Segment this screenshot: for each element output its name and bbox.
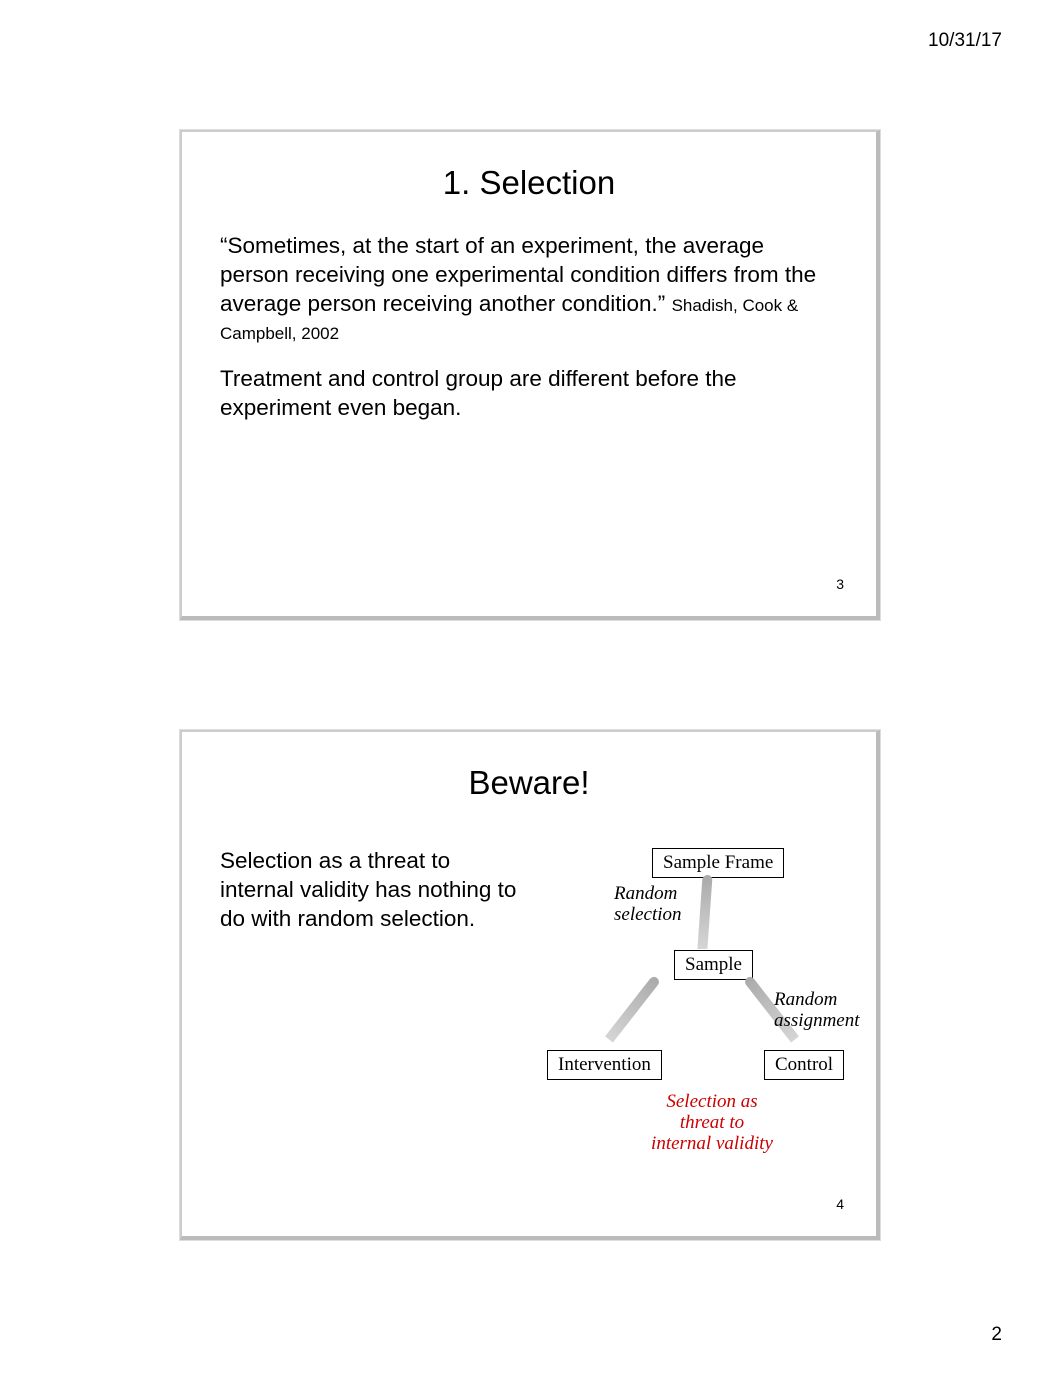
slide-number: 3 [836, 576, 844, 592]
slide-title: Beware! [192, 764, 866, 802]
slide-inner: 1. Selection “Sometimes, at the start of… [192, 142, 866, 606]
label-random-assignment: Randomassignment [774, 990, 860, 1032]
arrow-icon [697, 875, 712, 949]
box-sample: Sample [674, 950, 753, 980]
close-quote: ” [658, 291, 666, 316]
slide-selection: 1. Selection “Sometimes, at the start of… [180, 130, 880, 620]
label-random-selection: Randomselection [614, 884, 682, 926]
box-control: Control [764, 1050, 844, 1080]
box-sample-frame: Sample Frame [652, 848, 784, 878]
summary-paragraph: Treatment and control group are differen… [192, 365, 866, 423]
slide-beware: Beware! Selection as a threat to interna… [180, 730, 880, 1240]
slide-inner: Beware! Selection as a threat to interna… [192, 742, 866, 1226]
diagram: Sample Frame Randomselection Sample Rand… [542, 842, 872, 1212]
page-number: 2 [991, 1324, 1002, 1346]
page-date: 10/31/17 [928, 30, 1002, 52]
slide-number: 4 [836, 1196, 844, 1212]
label-selection-threat: Selection asthreat tointernal validity [612, 1092, 812, 1155]
box-intervention: Intervention [547, 1050, 662, 1080]
arrow-icon [605, 975, 661, 1043]
open-quote: “ [220, 233, 228, 258]
quote-paragraph: “Sometimes, at the start of an experimen… [192, 232, 866, 347]
left-text: Selection as a threat to internal validi… [220, 847, 520, 933]
slide-title: 1. Selection [192, 164, 866, 202]
